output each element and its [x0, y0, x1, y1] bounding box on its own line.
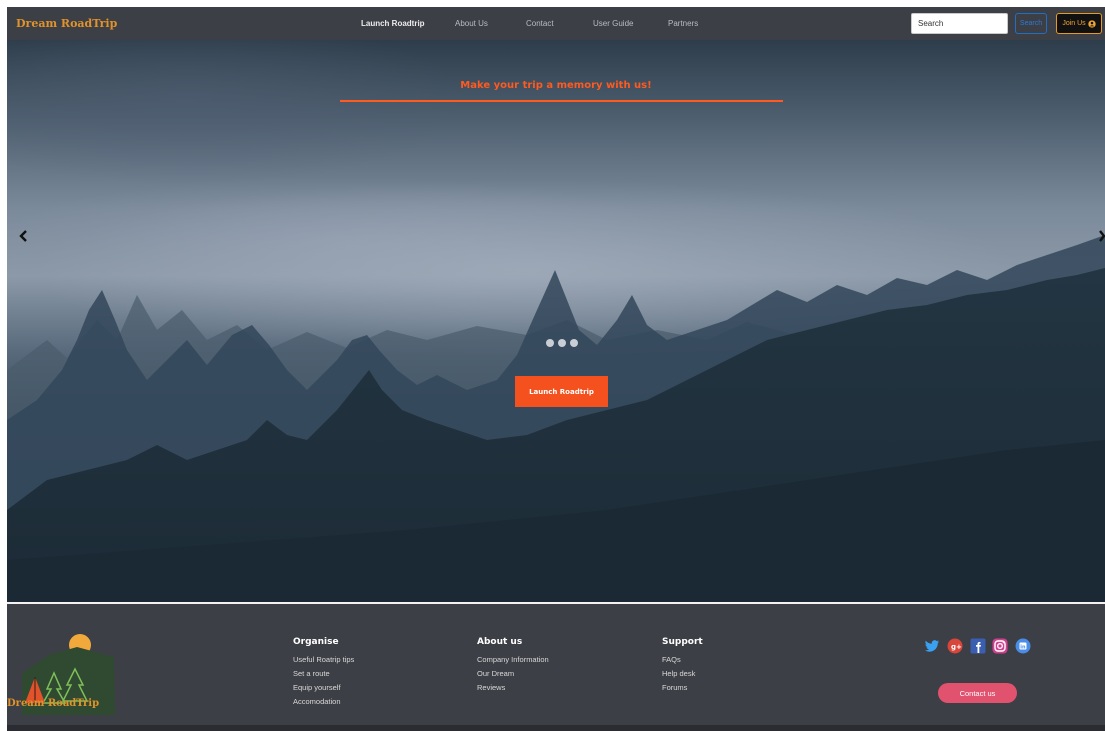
search-button[interactable]: Search — [1015, 13, 1047, 34]
nav-link-contact[interactable]: Contact — [526, 19, 554, 28]
forest-background-image — [7, 235, 1105, 602]
chevron-right-icon — [1099, 230, 1105, 242]
footer-link-set-route[interactable]: Set a route — [293, 669, 330, 678]
facebook-icon[interactable] — [970, 638, 986, 654]
svg-text:g+: g+ — [951, 643, 962, 651]
nav-link-launch-roadtrip[interactable]: Launch Roadtrip — [361, 19, 425, 28]
carousel-indicator-2[interactable] — [558, 339, 566, 347]
footer-bottom-bar — [7, 725, 1105, 731]
twitter-icon[interactable] — [924, 638, 940, 654]
svg-text:in: in — [1020, 644, 1026, 650]
carousel-indicator-1[interactable] — [546, 339, 554, 347]
footer-brand-text: Dream RoadTrip — [7, 698, 100, 709]
footer-link-accomodation[interactable]: Accomodation — [293, 697, 341, 706]
user-circle-icon — [1087, 19, 1096, 28]
footer: Dream RoadTrip Organise Useful Roatrip t… — [7, 604, 1105, 725]
carousel-prev-button[interactable] — [17, 228, 29, 244]
hero-tagline: Make your trip a memory with us! — [460, 80, 652, 91]
footer-link-our-dream[interactable]: Our Dream — [477, 669, 514, 678]
linkedin-icon[interactable]: in — [1015, 638, 1031, 654]
instagram-icon[interactable] — [992, 638, 1008, 654]
brand-logo[interactable]: Dream RoadTrip — [16, 17, 117, 30]
footer-link-roadtrip-tips[interactable]: Useful Roatrip tips — [293, 655, 354, 664]
chevron-left-icon — [19, 230, 27, 242]
footer-link-faqs[interactable]: FAQs — [662, 655, 681, 664]
hero-carousel: Make your trip a memory with us! Launch … — [7, 40, 1105, 602]
nav-link-user-guide[interactable]: User Guide — [593, 19, 633, 28]
footer-link-equip-yourself[interactable]: Equip yourself — [293, 683, 341, 692]
footer-column-title-about-us: About us — [477, 637, 523, 647]
nav-link-partners[interactable]: Partners — [668, 19, 698, 28]
footer-link-forums[interactable]: Forums — [662, 683, 687, 692]
footer-column-title-organise: Organise — [293, 637, 339, 647]
footer-column-title-support: Support — [662, 637, 703, 647]
carousel-next-button[interactable] — [1097, 228, 1105, 244]
contact-us-button[interactable]: Contact us — [938, 683, 1017, 703]
top-navbar: Dream RoadTrip Launch Roadtrip About Us … — [7, 7, 1105, 40]
carousel-indicator-3[interactable] — [570, 339, 578, 347]
page: Dream RoadTrip Launch Roadtrip About Us … — [0, 0, 1105, 731]
tagline-underline — [340, 100, 783, 102]
nav-link-about-us[interactable]: About Us — [455, 19, 488, 28]
footer-link-company-information[interactable]: Company Information — [477, 655, 549, 664]
join-us-label: Join Us — [1062, 20, 1086, 27]
search-input[interactable] — [911, 13, 1008, 34]
footer-link-help-desk[interactable]: Help desk — [662, 669, 695, 678]
join-us-button[interactable]: Join Us — [1056, 13, 1102, 34]
launch-roadtrip-button[interactable]: Launch Roadtrip — [515, 376, 608, 407]
google-plus-icon[interactable]: g+ — [947, 638, 963, 654]
footer-link-reviews[interactable]: Reviews — [477, 683, 505, 692]
